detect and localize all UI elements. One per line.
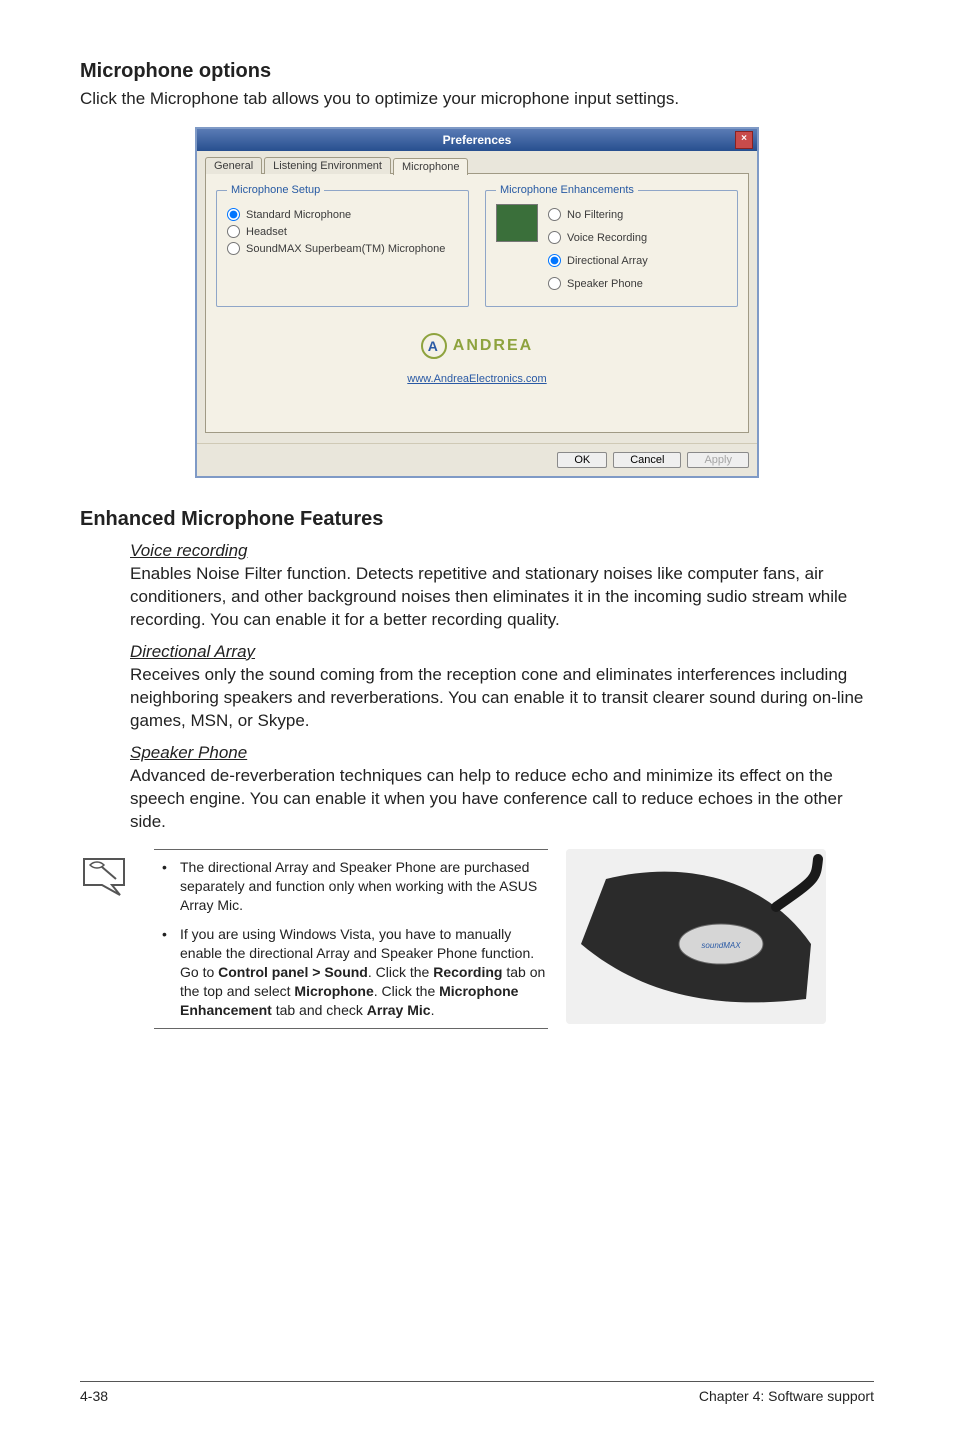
group-mic-setup: Microphone Setup Standard Microphone Hea… <box>216 184 469 307</box>
close-icon[interactable]: × <box>735 131 753 149</box>
radio-headset[interactable]: Headset <box>227 225 458 238</box>
array-mic-image: soundMAX <box>566 849 826 1024</box>
radio-headset-input[interactable] <box>227 225 240 238</box>
cancel-button[interactable]: Cancel <box>613 452 681 468</box>
radio-headset-label: Headset <box>246 226 287 238</box>
andrea-branding: A ANDREA www.AndreaElectronics.com <box>216 333 738 385</box>
radio-standard-mic-input[interactable] <box>227 208 240 221</box>
radio-speaker-phone-label: Speaker Phone <box>567 278 643 290</box>
radio-no-filtering-input[interactable] <box>548 208 561 221</box>
radio-voice-recording-input[interactable] <box>548 231 561 244</box>
notes-row: The directional Array and Speaker Phone … <box>80 849 874 1028</box>
body-directional-array: Receives only the sound coming from the … <box>130 664 874 733</box>
radio-standard-mic[interactable]: Standard Microphone <box>227 208 458 221</box>
notes-box: The directional Array and Speaker Phone … <box>154 849 548 1028</box>
note2-b2: Recording <box>433 964 502 980</box>
apply-button[interactable]: Apply <box>687 452 749 468</box>
radio-soundmax[interactable]: SoundMAX Superbeam(TM) Microphone <box>227 242 458 255</box>
body-speaker-phone: Advanced de-reverberation techniques can… <box>130 765 874 834</box>
note2-b1: Control panel > Sound <box>218 964 368 980</box>
radio-directional-array[interactable]: Directional Array <box>548 254 648 267</box>
note2-m3: . Click the <box>374 983 439 999</box>
andrea-logo: A ANDREA <box>421 333 533 359</box>
mic-enh-thumbnail <box>496 204 538 242</box>
tab-general[interactable]: General <box>205 157 262 174</box>
note2-b5: Array Mic <box>367 1002 431 1018</box>
radio-directional-array-label: Directional Array <box>567 255 648 267</box>
andrea-link[interactable]: www.AndreaElectronics.com <box>216 373 738 385</box>
andrea-logo-text: ANDREA <box>453 337 533 355</box>
dialog-button-row: OK Cancel Apply <box>197 443 757 476</box>
footer-page-number: 4-38 <box>80 1388 108 1404</box>
radio-soundmax-input[interactable] <box>227 242 240 255</box>
radio-voice-recording[interactable]: Voice Recording <box>548 231 648 244</box>
heading-mic-options: Microphone options <box>80 60 874 83</box>
heading-enhanced-features: Enhanced Microphone Features <box>80 508 874 531</box>
lead-mic-options: Click the Microphone tab allows you to o… <box>80 89 874 109</box>
subhead-speaker-phone: Speaker Phone <box>130 743 874 763</box>
tab-microphone[interactable]: Microphone <box>393 158 468 175</box>
body-voice-recording: Enables Noise Filter function. Detects r… <box>130 563 874 632</box>
radio-standard-mic-label: Standard Microphone <box>246 209 351 221</box>
group-mic-enhancements-legend: Microphone Enhancements <box>496 184 638 196</box>
note2-m1: . Click the <box>368 964 433 980</box>
radio-no-filtering-label: No Filtering <box>567 209 623 221</box>
radio-soundmax-label: SoundMAX Superbeam(TM) Microphone <box>246 243 445 255</box>
note-bullet-1: The directional Array and Speaker Phone … <box>156 858 546 915</box>
page-footer: 4-38 Chapter 4: Software support <box>80 1381 874 1404</box>
svg-text:soundMAX: soundMAX <box>701 941 741 950</box>
group-mic-setup-legend: Microphone Setup <box>227 184 324 196</box>
dialog-titlebar: Preferences × <box>197 129 757 151</box>
note2-end: . <box>431 1002 435 1018</box>
radio-voice-recording-label: Voice Recording <box>567 232 647 244</box>
radio-speaker-phone[interactable]: Speaker Phone <box>548 277 648 290</box>
note2-b3: Microphone <box>294 983 373 999</box>
preferences-dialog: Preferences × General Listening Environm… <box>195 127 759 478</box>
radio-speaker-phone-input[interactable] <box>548 277 561 290</box>
radio-no-filtering[interactable]: No Filtering <box>548 208 648 221</box>
footer-chapter: Chapter 4: Software support <box>699 1388 874 1404</box>
dialog-tabs: General Listening Environment Microphone <box>205 157 749 174</box>
radio-directional-array-input[interactable] <box>548 254 561 267</box>
subhead-directional-array: Directional Array <box>130 642 874 662</box>
tab-panel-microphone: Microphone Setup Standard Microphone Hea… <box>205 173 749 433</box>
dialog-title-text: Preferences <box>443 133 512 147</box>
note-bullet-2: If you are using Windows Vista, you have… <box>156 925 546 1019</box>
ok-button[interactable]: OK <box>557 452 607 468</box>
tab-listening[interactable]: Listening Environment <box>264 157 391 174</box>
note-icon <box>80 855 128 897</box>
andrea-logo-icon: A <box>421 333 447 359</box>
group-mic-enhancements: Microphone Enhancements No Filtering <box>485 184 738 307</box>
note2-m4: tab and check <box>272 1002 367 1018</box>
subhead-voice-recording: Voice recording <box>130 541 874 561</box>
